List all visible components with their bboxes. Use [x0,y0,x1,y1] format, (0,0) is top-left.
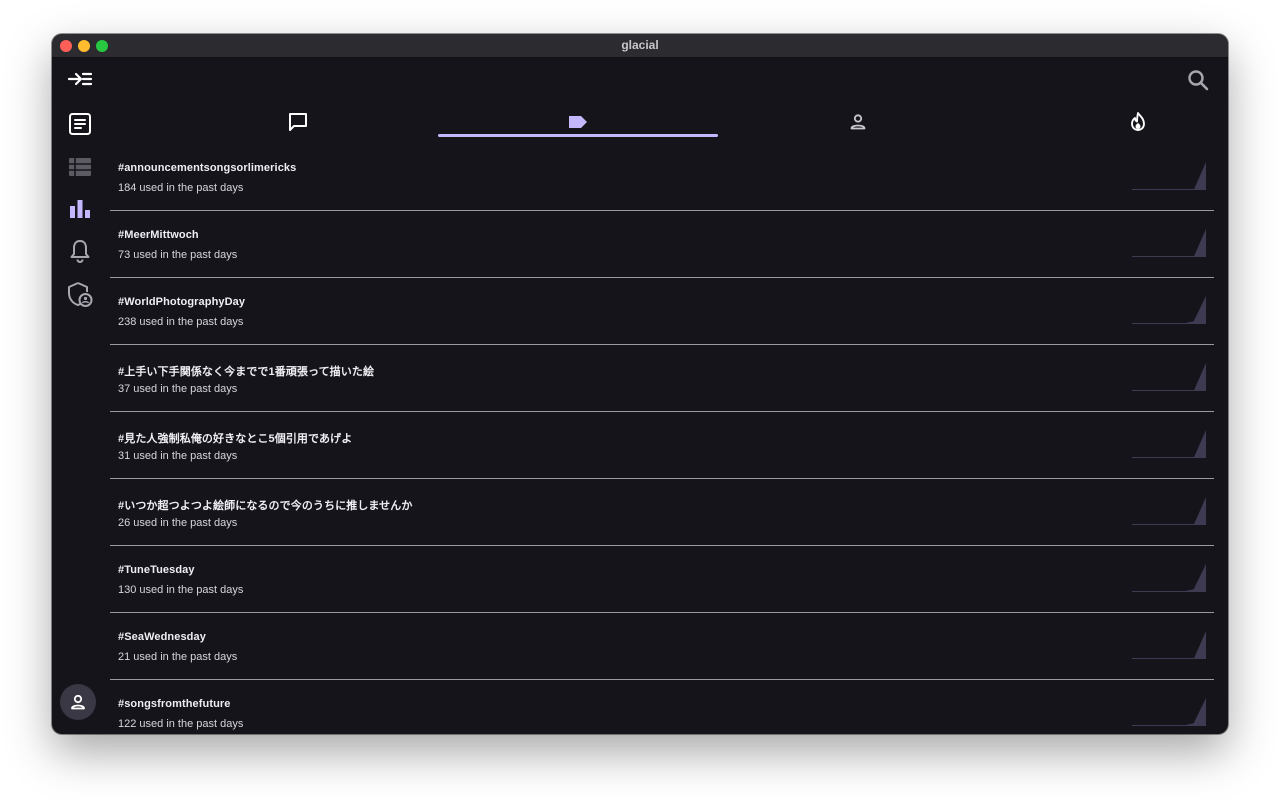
hashtag-name: #上手い下手関係なく今までで1番頑張って描いた絵 [118,366,375,378]
hashtag-usage-count: 238 used in the past days [118,316,244,328]
hashtag-name: #TuneTuesday [118,564,195,576]
sparkline-area [1132,363,1206,391]
hashtag-usage-count: 122 used in the past days [118,718,244,730]
timeline-icon[interactable] [65,109,95,139]
sparkline-area [1132,698,1206,726]
hashtag-name: #いつか超つよつよ絵師になるので今のうちに推しませんか [118,500,413,512]
list-item[interactable]: #TuneTuesday 130 used in the past days [110,546,1214,613]
tab-posts[interactable] [158,104,438,140]
hashtag-usage-count: 37 used in the past days [118,383,238,395]
explore-tabs [108,104,1228,140]
list-item[interactable]: #SeaWednesday 21 used in the past days [110,613,1214,680]
sidebar [52,58,108,734]
hashtag-name: #WorldPhotographyDay [118,296,246,308]
privacy-shield-icon[interactable] [65,280,95,310]
search-icon [1188,70,1209,91]
trends-icon[interactable] [65,194,95,224]
hashtag-usage-count: 26 used in the past days [118,517,238,529]
person-icon [850,114,866,130]
sparkline-area [1132,564,1206,592]
window-title: glacial [621,38,659,52]
tab-people[interactable] [718,104,998,140]
hashtag-usage-count: 31 used in the past days [118,450,238,462]
collapse-menu-icon[interactable] [65,64,95,94]
usage-sparkline [1132,363,1206,391]
hashtag-usage-count: 73 used in the past days [118,249,238,261]
trending-tags-list: #announcementsongsorlimericks 184 used in… [110,144,1214,734]
lists-icon[interactable] [65,152,95,182]
tab-trending[interactable] [998,104,1228,140]
speech-bubble-icon [289,113,307,131]
user-avatar[interactable] [60,684,96,720]
list-item[interactable]: #上手い下手関係なく今までで1番頑張って描いた絵 37 used in the p… [110,345,1214,412]
usage-sparkline [1132,564,1206,592]
person-icon [71,694,85,710]
usage-sparkline [1132,497,1206,525]
usage-sparkline [1132,162,1206,190]
usage-sparkline [1132,430,1206,458]
sparkline-area [1132,497,1206,525]
hashtag-name: #見た人強制私俺の好きなとこ5個引用であげよ [118,433,353,445]
list-item[interactable]: #MeerMittwoch 73 used in the past days [110,211,1214,278]
usage-sparkline [1132,631,1206,659]
flame-icon [1131,112,1145,131]
hashtag-usage-count: 130 used in the past days [118,584,244,596]
title-bar: glacial [52,34,1228,58]
app-window: glacial #announcementsongsorlimericks 18… [52,34,1228,734]
sparkline-area [1132,229,1206,257]
active-tab-indicator [438,134,718,137]
tag-icon [569,116,587,128]
sparkline-area [1132,162,1206,190]
hashtag-usage-count: 184 used in the past days [118,182,244,194]
list-item[interactable]: #announcementsongsorlimericks 184 used in… [110,144,1214,211]
hashtag-name: #MeerMittwoch [118,229,199,241]
hashtag-name: #SeaWednesday [118,631,206,643]
list-item[interactable]: #見た人強制私俺の好きなとこ5個引用であげよ 31 used in the pas… [110,412,1214,479]
sparkline-area [1132,631,1206,659]
usage-sparkline [1132,698,1206,726]
list-item[interactable]: #songsfromthefuture 122 used in the past … [110,680,1214,734]
list-item[interactable]: #WorldPhotographyDay 238 used in the past… [110,278,1214,345]
usage-sparkline [1132,229,1206,257]
hashtag-usage-count: 21 used in the past days [118,651,238,663]
hashtag-name: #songsfromthefuture [118,698,231,710]
search-button[interactable] [1184,66,1212,94]
hashtag-name: #announcementsongsorlimericks [118,162,297,174]
list-item[interactable]: #いつか超つよつよ絵師になるので今のうちに推しませんか 26 used in th… [110,479,1214,546]
sparkline-area [1132,430,1206,458]
usage-sparkline [1132,296,1206,324]
notifications-icon[interactable] [65,236,95,266]
sparkline-area [1132,296,1206,324]
